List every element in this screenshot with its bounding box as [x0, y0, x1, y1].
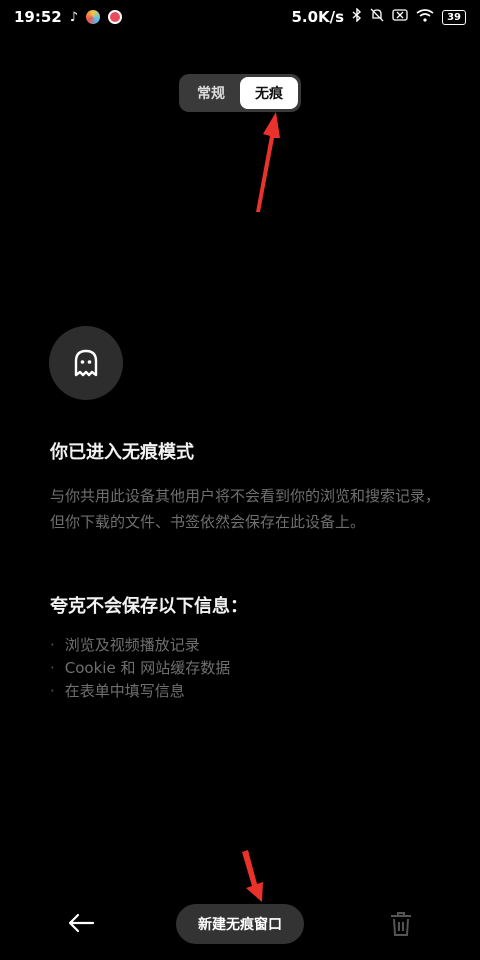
list-item: · 浏览及视频播放记录: [50, 634, 230, 657]
trash-icon: [391, 912, 411, 936]
bluetooth-icon: [352, 7, 362, 26]
incognito-description: 与你共用此设备其他用户将不会看到你的浏览和搜索记录，但你下载的文件、书签依然会保…: [50, 487, 441, 531]
status-bar: 19:52 ♪ 5.0K/s 39: [0, 0, 480, 34]
ghost-avatar: [49, 326, 123, 400]
network-speed: 5.0K/s: [291, 8, 345, 26]
list-item: · 在表单中填写信息: [50, 680, 230, 703]
not-saved-subtitle: 夸克不会保存以下信息：: [50, 596, 248, 617]
app-icon-1: [86, 10, 101, 24]
incognito-page: 19:52 ♪ 5.0K/s 39 常规 无痕 你已进入无痕模式 与你共用此设备…: [0, 0, 480, 960]
list-item-label: Cookie 和 网站缓存数据: [64, 659, 231, 677]
back-button[interactable]: [64, 906, 98, 940]
arrow-left-icon: [68, 913, 95, 933]
bullet-dot: ·: [50, 636, 55, 654]
incognito-title: 你已进入无痕模式: [50, 442, 194, 463]
battery-icon: 39: [442, 9, 466, 25]
sim-off-icon: [392, 9, 408, 25]
list-item-label: 在表单中填写信息: [64, 682, 185, 700]
status-right: 5.0K/s 39: [291, 7, 466, 26]
ghost-icon: [74, 349, 98, 377]
tab-normal[interactable]: 常规: [182, 77, 240, 109]
mode-toggle: 常规 无痕: [179, 74, 301, 112]
app-icon-2: [108, 10, 123, 24]
not-saved-list: · 浏览及视频播放记录 · Cookie 和 网站缓存数据 · 在表单中填写信息: [50, 634, 230, 703]
trash-button[interactable]: [386, 908, 416, 940]
tab-incognito[interactable]: 无痕: [240, 77, 298, 109]
list-item: · Cookie 和 网站缓存数据: [50, 657, 230, 680]
bullet-dot: ·: [50, 682, 55, 700]
annotation-arrow-top: [256, 112, 280, 212]
status-left: 19:52 ♪: [14, 8, 123, 26]
status-time: 19:52: [14, 8, 62, 26]
bullet-dot: ·: [50, 659, 55, 677]
mute-icon: [370, 8, 384, 26]
wifi-icon: [416, 8, 434, 26]
list-item-label: 浏览及视频播放记录: [64, 636, 200, 654]
new-incognito-window-button[interactable]: 新建无痕窗口: [176, 904, 304, 944]
tiktok-icon: ♪: [69, 9, 79, 25]
annotation-arrow-bottom: [242, 850, 263, 902]
